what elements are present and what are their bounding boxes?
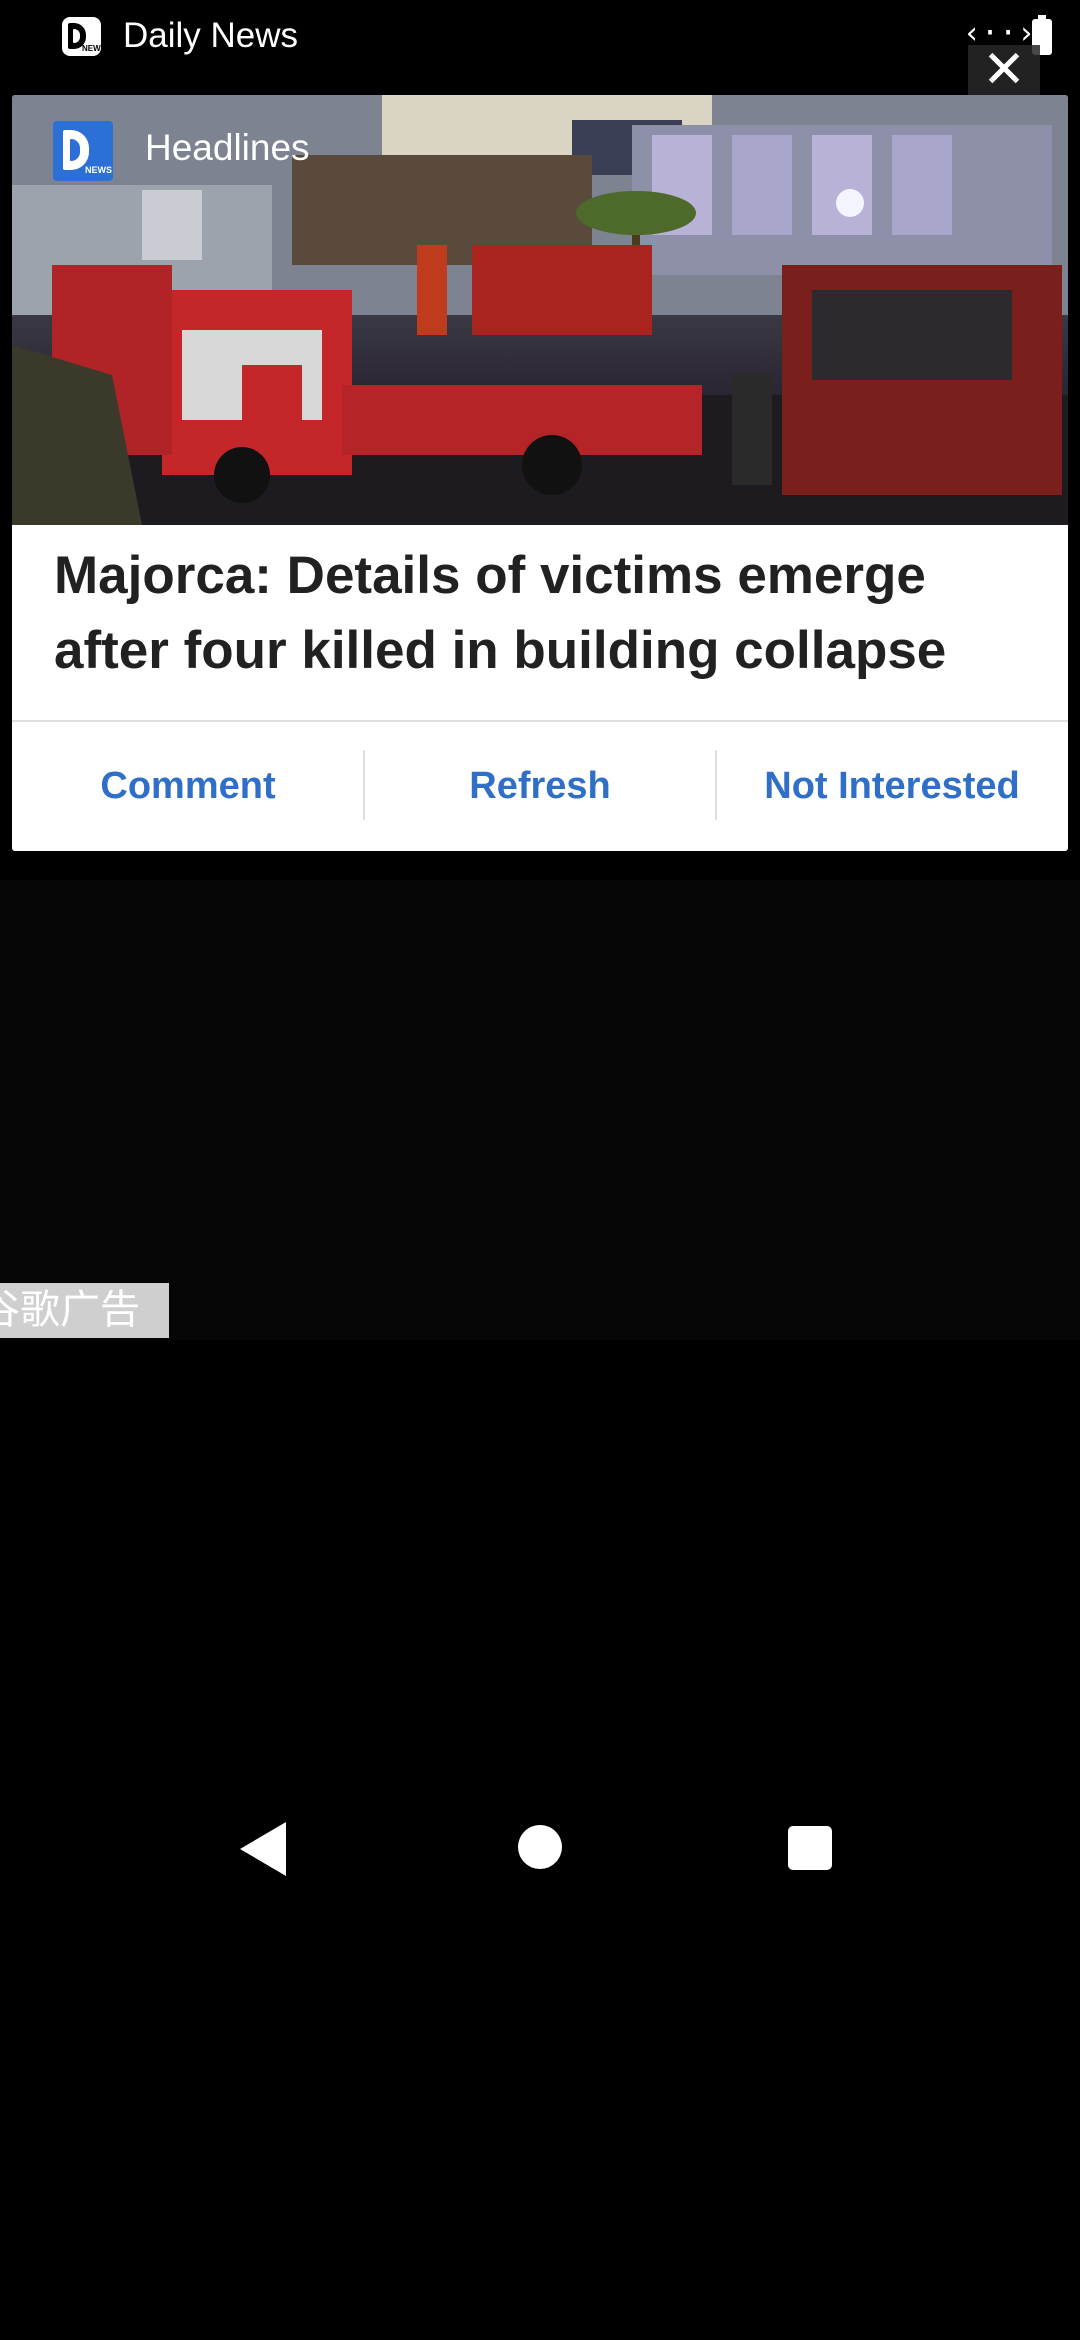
back-icon[interactable] bbox=[240, 1822, 286, 1876]
recents-icon[interactable] bbox=[788, 1826, 832, 1870]
comment-button[interactable]: Comment bbox=[12, 722, 364, 851]
status-bar: NEWS Daily News ‹··› bbox=[0, 0, 1080, 75]
ad-label-text: 谷歌广告 bbox=[0, 1287, 140, 1333]
daily-news-app-icon: NEWS bbox=[62, 17, 106, 56]
close-button[interactable]: ✕ bbox=[968, 44, 1040, 96]
home-icon[interactable] bbox=[518, 1825, 562, 1869]
category-label: Headlines bbox=[145, 127, 310, 168]
not-interested-button[interactable]: Not Interested bbox=[716, 722, 1068, 851]
refresh-button[interactable]: Refresh bbox=[364, 722, 716, 851]
headline-image[interactable]: NEWS Headlines bbox=[12, 95, 1068, 525]
app-title: Daily News bbox=[123, 16, 299, 55]
action-bar: Comment Refresh Not Interested bbox=[12, 722, 1068, 851]
notification-card[interactable]: NEWS Headlines Majorca: Details of victi… bbox=[12, 95, 1068, 851]
close-icon: ✕ bbox=[982, 41, 1026, 99]
ad-label[interactable]: 谷歌广告 bbox=[0, 1283, 169, 1338]
ad-background bbox=[0, 880, 1080, 1340]
headline-text[interactable]: Majorca: Details of victims emerge after… bbox=[54, 538, 1044, 688]
daily-news-logo: NEWS bbox=[53, 121, 113, 181]
